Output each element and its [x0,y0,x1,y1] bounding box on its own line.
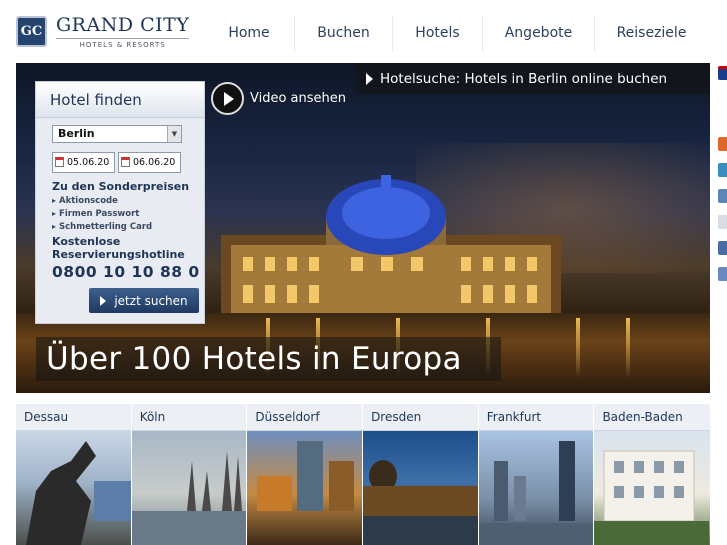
city-name: Düsseldorf [247,404,362,431]
nav-angebote[interactable]: Angebote [482,15,594,51]
city-name: Dessau [16,404,131,431]
nav-home[interactable]: Home [204,15,294,51]
city-photo [478,431,594,545]
hero-caption: Hotelsuche: Hotels in Berlin online buch… [380,70,668,87]
brand-tagline: HOTELS & RESORTS [56,38,190,49]
calendar-icon [55,157,64,167]
hotline-phone: 0800 10 10 88 0 [52,263,200,281]
hotline-label: Kostenlose Reservierungshotline [52,235,185,261]
nav-buchen[interactable]: Buchen [294,15,392,51]
city-tile-koeln[interactable]: Köln [131,404,248,545]
city-name: Baden-Baden [594,404,710,431]
logo[interactable]: GC GRAND CITY HOTELS & RESORTS [16,14,190,49]
calendar-icon [121,157,130,167]
hotel-search-box: Hotel finden Berlin ▼ 05.06.20 06.06.20 … [35,81,205,324]
logo-mark: GC [16,16,47,47]
video-label: Video ansehen [250,91,347,106]
city-name: Frankfurt [478,404,594,431]
city-tiles: Dessau Köln Düsseldorf Dresden Frankfurt [16,404,710,545]
main-nav: Home Buchen Hotels Angebote Reiseziele [204,15,708,51]
departure-date-field[interactable]: 06.06.20 [118,152,181,173]
arrival-date-field[interactable]: 05.06.20 [52,152,115,173]
nav-reiseziele[interactable]: Reiseziele [594,15,708,51]
city-tile-baden-baden[interactable]: Baden-Baden [594,404,710,545]
social-icon[interactable] [718,163,727,177]
search-title: Hotel finden [36,82,204,118]
page: GC GRAND CITY HOTELS & RESORTS Home Buch… [0,0,727,545]
city-name: Dresden [363,404,478,431]
play-icon [211,82,244,115]
search-button[interactable]: jetzt suchen [89,288,199,313]
social-icon[interactable] [718,215,727,229]
bode-museum-illustration [221,175,561,320]
hero-slogan: Über 100 Hotels in Europa [46,341,462,377]
city-tile-dessau[interactable]: Dessau [16,404,132,545]
city-select-value: Berlin [58,127,95,140]
city-photo [131,431,247,545]
arrow-right-icon [100,295,107,306]
butterfly-card-link[interactable]: Schmetterling Card [52,222,152,232]
special-prices-link[interactable]: Zu den Sonderpreisen [52,180,189,193]
city-tile-duesseldorf[interactable]: Düsseldorf [247,404,363,545]
hero-caption-bar[interactable]: Hotelsuche: Hotels in Berlin online buch… [356,63,710,94]
city-photo [247,431,362,545]
caption-arrow-icon [366,72,373,85]
promo-code-link[interactable]: Aktionscode [52,196,118,206]
brand-name: GRAND CITY [56,14,190,36]
city-tile-dresden[interactable]: Dresden [363,404,479,545]
social-icon[interactable] [718,189,727,203]
social-icon[interactable] [718,267,727,281]
city-tile-frankfurt[interactable]: Frankfurt [478,404,595,545]
hero-slogan-bar: Über 100 Hotels in Europa [36,337,501,381]
nav-hotels[interactable]: Hotels [392,15,482,51]
company-password-link[interactable]: Firmen Passwort [52,209,139,219]
city-photo [16,431,131,545]
social-icon[interactable] [718,241,727,255]
chevron-down-icon[interactable]: ▼ [167,126,181,142]
logo-text: GRAND CITY HOTELS & RESORTS [56,14,190,49]
city-name: Köln [131,404,247,431]
social-icon[interactable] [718,137,727,151]
video-button[interactable]: Video ansehen [211,82,346,115]
city-select[interactable]: Berlin ▼ [52,125,182,143]
city-photo [363,431,478,545]
search-button-label: jetzt suchen [114,293,188,308]
city-photo [594,431,710,545]
uk-flag-icon[interactable] [718,66,727,80]
